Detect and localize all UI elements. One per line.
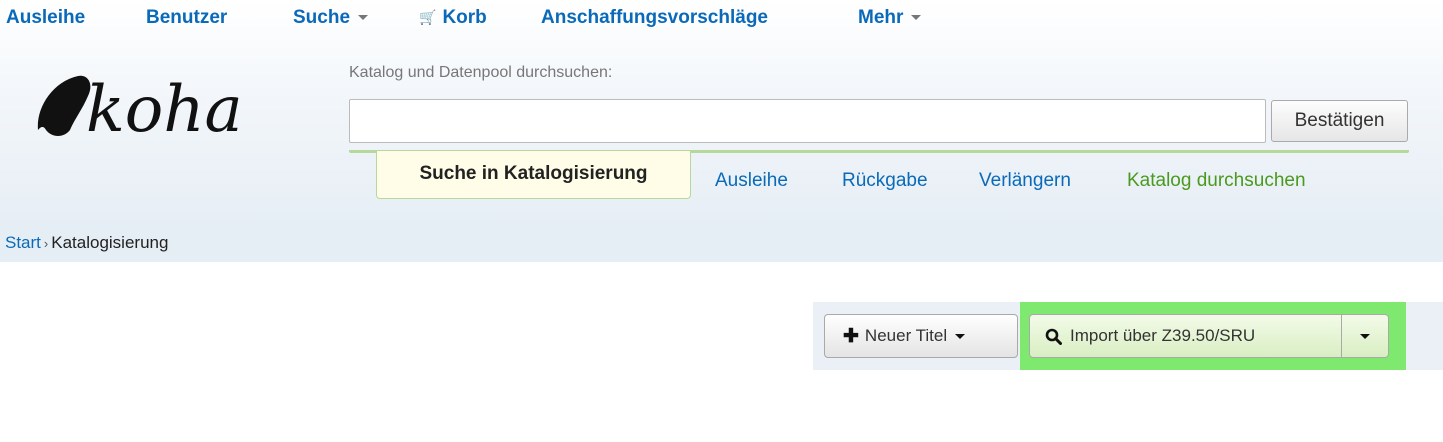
z3950-dropdown-toggle[interactable]	[1341, 314, 1389, 358]
breadcrumb-separator: ›	[43, 236, 49, 251]
cart-icon: 🛒	[419, 9, 437, 26]
breadcrumb-current: Katalogisierung	[51, 233, 169, 252]
new-record-button[interactable]: ✚ Neuer Titel	[824, 314, 1018, 358]
nav-ausleihe[interactable]: Ausleihe	[6, 7, 85, 29]
nav-anschaffungsvorschlaege[interactable]: Anschaffungsvorschläge	[541, 7, 768, 29]
z3950-import-label: Import über Z39.50/SRU	[1070, 326, 1256, 345]
tab-suche-in-katalogisierung[interactable]: Suche in Katalogisierung	[376, 151, 691, 199]
chevron-down-icon	[911, 15, 922, 21]
tab-katalog-durchsuchen[interactable]: Katalog durchsuchen	[1127, 170, 1306, 192]
submit-button[interactable]: Bestätigen	[1271, 100, 1408, 142]
tab-rueckgabe[interactable]: Rückgabe	[842, 170, 928, 192]
nav-suche-dropdown[interactable]: Suche	[293, 7, 369, 29]
nav-korb[interactable]: 🛒 Korb	[419, 7, 487, 29]
nav-mehr-label: Mehr	[858, 7, 904, 28]
search-label: Katalog und Datenpool durchsuchen:	[349, 64, 613, 81]
header: Ausleihe Benutzer Suche 🛒 Korb Anschaffun…	[0, 0, 1443, 225]
caret-down-icon	[955, 333, 966, 339]
koha-logo-text: koha	[86, 73, 243, 147]
koha-logo[interactable]: koha	[34, 64, 304, 154]
caret-down-icon	[1360, 333, 1370, 339]
nav-mehr-dropdown[interactable]: Mehr	[858, 7, 922, 29]
search-icon	[1045, 328, 1062, 345]
nav-korb-label: Korb	[442, 7, 487, 28]
z3950-import-button[interactable]: Import über Z39.50/SRU	[1029, 314, 1342, 358]
search-input[interactable]	[349, 99, 1266, 143]
chevron-down-icon	[358, 15, 369, 21]
nav-benutzer[interactable]: Benutzer	[146, 7, 227, 29]
tab-ausleihe[interactable]: Ausleihe	[715, 170, 788, 192]
koha-leaf-icon	[37, 75, 91, 136]
nav-suche-label: Suche	[293, 7, 351, 28]
breadcrumb-start-link[interactable]: Start	[5, 233, 41, 252]
top-navigation: Ausleihe Benutzer Suche 🛒 Korb Anschaffun…	[0, 0, 1443, 38]
breadcrumb: Start › Katalogisierung	[5, 233, 168, 253]
breadcrumb-bar: Start › Katalogisierung	[0, 225, 1443, 262]
new-record-label: Neuer Titel	[864, 326, 948, 345]
tab-verlaengern[interactable]: Verlängern	[979, 170, 1071, 192]
plus-icon: ✚	[843, 325, 859, 347]
